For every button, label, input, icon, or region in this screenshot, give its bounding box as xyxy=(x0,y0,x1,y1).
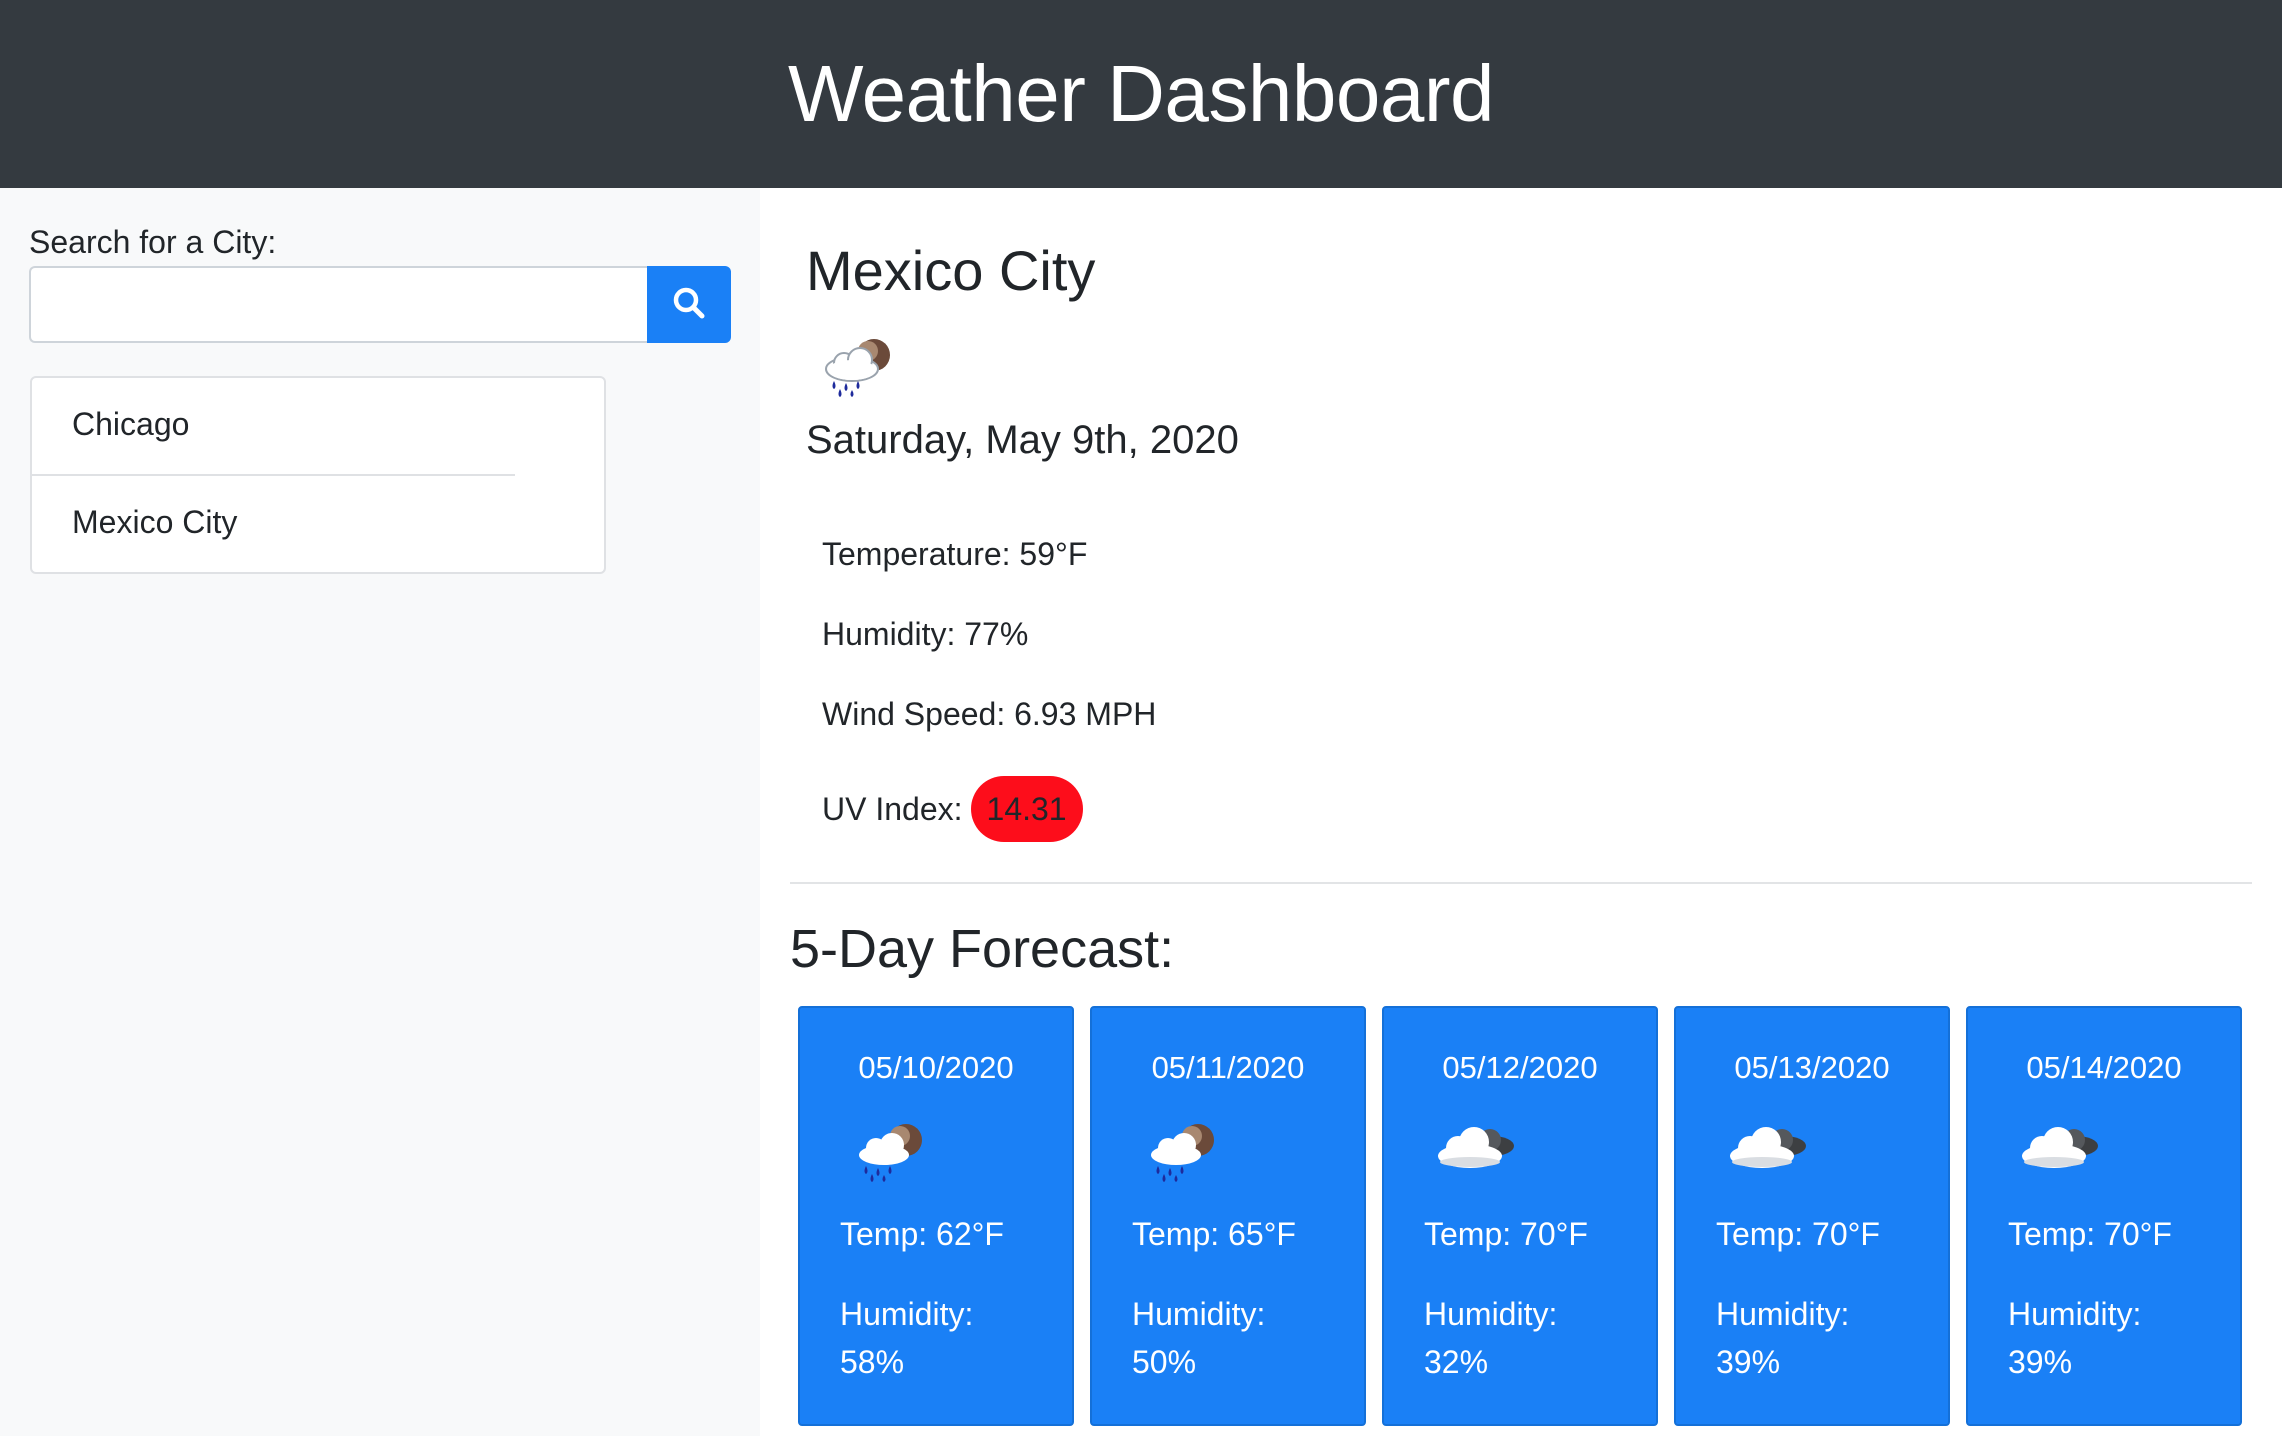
main-content: Mexico City Saturday, May 9th, 2020 Temp… xyxy=(760,188,2282,1436)
forecast-humidity-value: 50% xyxy=(1132,1344,1197,1380)
forecast-card: 05/13/2020 Temp: 70°F Humidity: 39% xyxy=(1674,1006,1950,1426)
search-label: Search for a City: xyxy=(29,224,277,260)
forecast-humidity-label: Humidity: xyxy=(1132,1296,1266,1332)
forecast-card: 05/10/2020 Temp: 62°F Humidity: 58% xyxy=(798,1006,1074,1426)
history-item-chicago[interactable]: Chicago xyxy=(72,406,189,443)
forecast-temp: Temp: 70°F xyxy=(1716,1216,1880,1252)
current-uv-index: UV Index: 14.31 xyxy=(822,776,1083,842)
cloud-icon xyxy=(1724,1118,1814,1187)
forecast-temp: Temp: 62°F xyxy=(840,1216,1004,1252)
rain-cloud-icon xyxy=(816,333,900,402)
forecast-card: 05/12/2020 Temp: 70°F Humidity: 32% xyxy=(1382,1006,1658,1426)
search-history-list: Chicago Mexico City xyxy=(30,376,606,574)
rain-cloud-icon xyxy=(848,1118,932,1187)
rain-cloud-icon xyxy=(1140,1118,1224,1187)
forecast-humidity-label: Humidity: xyxy=(840,1296,974,1332)
forecast-humidity-label: Humidity: xyxy=(1424,1296,1558,1332)
history-item-mexico-city[interactable]: Mexico City xyxy=(72,504,237,541)
forecast-humidity-value: 39% xyxy=(1716,1344,1781,1380)
forecast-humidity-label: Humidity: xyxy=(2008,1296,2142,1332)
list-divider xyxy=(32,474,515,476)
section-divider xyxy=(790,882,2252,884)
forecast-card: 05/14/2020 Temp: 70°F Humidity: 39% xyxy=(1966,1006,2242,1426)
page-title: Weather Dashboard xyxy=(788,49,1495,138)
forecast-row: 05/10/2020 Temp: 62°F Humidity: 58% 05/1… xyxy=(798,1006,2244,1436)
search-icon xyxy=(672,286,706,323)
forecast-date: 05/11/2020 xyxy=(1151,1050,1305,1085)
current-temperature: Temperature: 59°F xyxy=(822,536,1088,572)
forecast-date: 05/14/2020 xyxy=(2026,1050,2182,1085)
current-city-name: Mexico City xyxy=(806,239,1096,302)
current-wind-speed: Wind Speed: 6.93 MPH xyxy=(822,696,1157,732)
uv-index-badge: 14.31 xyxy=(970,776,1083,842)
sidebar: Search for a City: Chicago Mexico City xyxy=(0,188,760,1436)
forecast-date: 05/13/2020 xyxy=(1734,1050,1890,1085)
forecast-temp: Temp: 65°F xyxy=(1132,1216,1296,1252)
forecast-humidity-value: 39% xyxy=(2008,1344,2073,1380)
cloud-icon xyxy=(1432,1118,1522,1187)
forecast-humidity-value: 58% xyxy=(840,1344,905,1380)
forecast-humidity-value: 32% xyxy=(1424,1344,1489,1380)
forecast-temp: Temp: 70°F xyxy=(2008,1216,2172,1252)
forecast-date: 05/12/2020 xyxy=(1442,1050,1598,1085)
search-input[interactable] xyxy=(29,266,647,343)
search-group xyxy=(29,266,731,343)
forecast-card: 05/11/2020 Temp: 65°F Humidity: 50% xyxy=(1090,1006,1366,1426)
forecast-temp: Temp: 70°F xyxy=(1424,1216,1588,1252)
cloud-icon xyxy=(2016,1118,2106,1187)
forecast-title: 5-Day Forecast: xyxy=(790,919,1175,979)
current-date: Saturday, May 9th, 2020 xyxy=(806,418,1239,462)
search-button[interactable] xyxy=(647,266,731,343)
current-humidity: Humidity: 77% xyxy=(822,616,1029,652)
forecast-humidity-label: Humidity: xyxy=(1716,1296,1850,1332)
forecast-date: 05/10/2020 xyxy=(858,1050,1014,1085)
header-bar: Weather Dashboard xyxy=(0,0,2282,188)
uv-index-label: UV Index: xyxy=(822,790,963,827)
